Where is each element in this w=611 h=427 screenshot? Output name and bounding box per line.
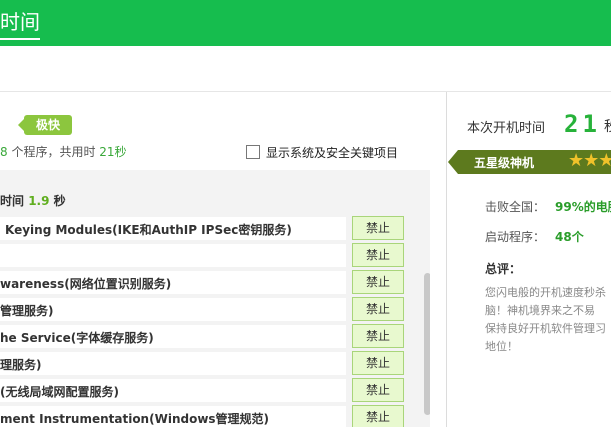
service-name: ment Instrumentation(Windows管理规范) <box>0 412 270 426</box>
ban-button[interactable]: 禁止 <box>352 324 404 348</box>
ban-button[interactable]: 禁止 <box>352 270 404 294</box>
table-row: (无线局域网配置服务) <box>0 379 346 402</box>
header-bar: 时间 <box>0 0 611 46</box>
startup-summary: 8 个程序，共用时 21秒 <box>0 143 127 160</box>
boot-time-label: 本次开机时间 <box>467 121 546 136</box>
ban-button[interactable]: 禁止 <box>352 351 404 375</box>
table-row <box>0 244 346 267</box>
rank-label: 五星级神机 <box>474 156 535 170</box>
show-system-checkbox[interactable] <box>246 145 260 159</box>
total-time: 21秒 <box>99 145 127 159</box>
review-text: 您闪电般的开机速度秒杀 脑！神机境界来之不易 保持良好开机软件管理习 地位！ <box>485 284 611 356</box>
tab-boot-time[interactable]: 时间 <box>0 8 40 40</box>
ban-button[interactable]: 禁止 <box>352 243 404 267</box>
boot-score-panel: 本次开机时间 21 秒 五星级神机 ★★★ 击败全国： 99%的电脑 启动程序：… <box>448 92 611 427</box>
list-title-prefix: 时间 <box>0 194 29 208</box>
sub-toolbar <box>0 46 611 92</box>
list-title-suffix: 秒 <box>49 194 66 208</box>
table-row: Keying Modules(IKE和AuthIP IPSec密钥服务) <box>0 217 346 240</box>
beat-value: 99%的电脑 <box>555 200 611 214</box>
boot-time-unit: 秒 <box>604 116 611 136</box>
review-line: 您闪电般的开机速度秒杀 <box>485 286 606 299</box>
review-line: 地位！ <box>485 340 518 353</box>
table-row: wareness(网络位置识别服务) <box>0 271 346 294</box>
summary-middle-text: 个程序，共用时 <box>7 145 100 159</box>
startup-value: 48个 <box>555 230 584 244</box>
ban-button[interactable]: 禁止 <box>352 216 404 240</box>
star-icon: ★★★ <box>568 150 611 171</box>
beat-label: 击败全国： <box>485 200 546 214</box>
service-name: he Service(字体缓存服务) <box>0 331 154 345</box>
service-name: wareness(网络位置识别服务) <box>0 277 172 291</box>
startup-label: 启动程序： <box>485 230 546 244</box>
service-name: (无线局域网配置服务) <box>0 385 119 399</box>
startup-item-list: 时间 1.9 秒 Keying Modules(IKE和AuthIP IPSec… <box>0 170 430 427</box>
startup-items-panel: 极快 8 个程序，共用时 21秒 显示系统及安全关键项目 时间 1.9 秒 Ke… <box>0 92 447 427</box>
service-name: Keying Modules(IKE和AuthIP IPSec密钥服务) <box>5 223 292 237</box>
ban-button[interactable]: 禁止 <box>352 378 404 402</box>
table-row: he Service(字体缓存服务) <box>0 325 346 348</box>
review-line: 脑！神机境界来之不易 <box>485 304 595 317</box>
rank-ribbon: 五星级神机 ★★★ <box>448 150 611 174</box>
list-title-value: 1.9 <box>28 194 50 208</box>
table-row: 管理服务) <box>0 298 346 321</box>
ban-button[interactable]: 禁止 <box>352 405 404 427</box>
review-title: 总评： <box>485 262 522 276</box>
list-scrollbar[interactable] <box>424 273 430 415</box>
show-system-label: 显示系统及安全关键项目 <box>266 146 399 160</box>
ban-button[interactable]: 禁止 <box>352 297 404 321</box>
boot-time-digits: 21 <box>564 110 601 138</box>
ribbon-tip <box>448 150 458 174</box>
service-name: 管理服务) <box>0 304 54 318</box>
speed-badge: 极快 <box>18 115 72 135</box>
list-title: 时间 1.9 秒 <box>0 192 66 209</box>
table-row: ment Instrumentation(Windows管理规范) <box>0 406 346 427</box>
service-name: 理服务) <box>0 358 42 372</box>
table-row: 理服务) <box>0 352 346 375</box>
review-line: 保持良好开机软件管理习 <box>485 322 606 335</box>
program-count: 8 <box>0 145 8 159</box>
